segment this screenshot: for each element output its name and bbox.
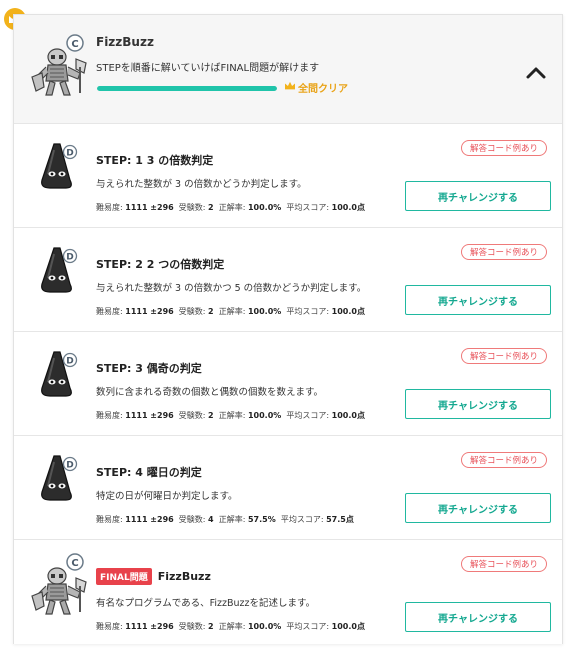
skeleton-warrior-icon: C (30, 552, 90, 618)
examinees-label: 受験数: (178, 307, 206, 316)
step-level-letter: D (66, 357, 73, 367)
difficulty-label: 難易度: (96, 307, 123, 316)
step-title[interactable]: STEP: 1 3 の倍数判定 (96, 152, 213, 168)
avg-score-label: 平均スコア: (286, 307, 330, 316)
difficulty-value: 1111 ±296 (125, 515, 174, 524)
examinees-value: 2 (208, 307, 214, 316)
retry-button[interactable]: 再チャレンジする (405, 493, 551, 523)
answer-example-badge[interactable]: 解答コード例あり (461, 556, 547, 572)
step-stats: 難易度: 1111 ±296 受験数: 2 正解率: 100.0% 平均スコア:… (96, 202, 365, 213)
difficulty-value: 1111 ±296 (125, 203, 174, 212)
accuracy-value: 100.0% (247, 203, 282, 212)
avg-score-value: 100.0点 (331, 622, 365, 631)
examinees-value: 4 (208, 515, 214, 524)
step-description: 与えられた整数が 3 の倍数かつ 5 の倍数かどうか判定します。 (96, 283, 367, 294)
course-level-letter: C (71, 39, 78, 50)
black-slime-icon: D (34, 244, 82, 296)
avg-score-value: 57.5点 (326, 515, 354, 524)
black-slime-icon: D (34, 140, 82, 192)
step-level-letter: D (66, 253, 73, 263)
accuracy-label: 正解率: (218, 203, 246, 212)
step-stats: 難易度: 1111 ±296 受験数: 4 正解率: 57.5% 平均スコア: … (96, 514, 354, 525)
step-stats: 難易度: 1111 ±296 受験数: 2 正解率: 100.0% 平均スコア:… (96, 621, 365, 632)
retry-button[interactable]: 再チャレンジする (405, 602, 551, 632)
step-title[interactable]: STEP: 3 偶奇の判定 (96, 360, 202, 376)
accuracy-value: 100.0% (247, 307, 282, 316)
avg-score-value: 100.0点 (331, 307, 365, 316)
step-title[interactable]: FINAL問題 FizzBuzz (96, 568, 211, 585)
avg-score-value: 100.0点 (331, 411, 365, 420)
skeleton-warrior-icon: C (30, 33, 90, 99)
all-clear-label: 全問クリア (284, 80, 348, 95)
answer-example-badge[interactable]: 解答コード例あり (461, 140, 547, 156)
examinees-value: 2 (208, 622, 214, 631)
retry-button[interactable]: 再チャレンジする (405, 181, 551, 211)
retry-button[interactable]: 再チャレンジする (405, 285, 551, 315)
difficulty-label: 難易度: (96, 411, 123, 420)
final-level-letter: C (71, 558, 78, 569)
collapse-button[interactable] (522, 61, 550, 85)
answer-example-badge[interactable]: 解答コード例あり (461, 348, 547, 364)
accuracy-label: 正解率: (218, 622, 246, 631)
step-item-4: D STEP: 4 曜日の判定 特定の日が何曜日か判定します。 難易度: 111… (14, 436, 562, 540)
step-title-text[interactable]: FizzBuzz (158, 570, 211, 583)
step-title[interactable]: STEP: 4 曜日の判定 (96, 464, 202, 480)
examinees-label: 受験数: (178, 622, 206, 631)
step-stats: 難易度: 1111 ±296 受験数: 2 正解率: 100.0% 平均スコア:… (96, 410, 365, 421)
step-item-1: D STEP: 1 3 の倍数判定 与えられた整数が 3 の倍数かどうか判定しま… (14, 124, 562, 228)
step-title-text[interactable]: STEP: 1 3 の倍数判定 (96, 152, 213, 168)
accuracy-value: 100.0% (247, 622, 282, 631)
step-stats: 難易度: 1111 ±296 受験数: 2 正解率: 100.0% 平均スコア:… (96, 306, 365, 317)
accuracy-label: 正解率: (218, 307, 246, 316)
difficulty-label: 難易度: (96, 622, 123, 631)
course-progress-bar (97, 86, 277, 91)
avg-score-label: 平均スコア: (280, 515, 324, 524)
answer-example-badge[interactable]: 解答コード例あり (461, 452, 547, 468)
difficulty-value: 1111 ±296 (125, 622, 174, 631)
difficulty-label: 難易度: (96, 515, 123, 524)
final-tag: FINAL問題 (96, 568, 152, 585)
step-level-letter: D (66, 149, 73, 159)
step-description: 数列に含まれる奇数の個数と偶数の個数を数えます。 (96, 387, 324, 398)
black-slime-icon: D (34, 348, 82, 400)
retry-button[interactable]: 再チャレンジする (405, 389, 551, 419)
difficulty-label: 難易度: (96, 203, 123, 212)
black-slime-icon: D (34, 452, 82, 504)
examinees-label: 受験数: (178, 203, 206, 212)
accuracy-value: 100.0% (247, 411, 282, 420)
step-title-text[interactable]: STEP: 2 2 つの倍数判定 (96, 256, 224, 272)
accuracy-label: 正解率: (218, 411, 246, 420)
step-title-text[interactable]: STEP: 4 曜日の判定 (96, 464, 202, 480)
step-description: 特定の日が何曜日か判定します。 (96, 491, 238, 502)
accuracy-value: 57.5% (247, 515, 276, 524)
step-title-text[interactable]: STEP: 3 偶奇の判定 (96, 360, 202, 376)
chevron-up-icon (526, 67, 546, 79)
course-title: FizzBuzz (96, 35, 154, 49)
examinees-value: 2 (208, 203, 214, 212)
step-level-letter: D (66, 461, 73, 471)
examinees-value: 2 (208, 411, 214, 420)
avg-score-label: 平均スコア: (286, 203, 330, 212)
answer-example-badge[interactable]: 解答コード例あり (461, 244, 547, 260)
step-description: 有名なプログラムである、FizzBuzzを記述します。 (96, 598, 316, 609)
step-title[interactable]: STEP: 2 2 つの倍数判定 (96, 256, 224, 272)
accuracy-label: 正解率: (218, 515, 246, 524)
course-header[interactable]: C FizzBuzz STEPを順番に解いていけばFINAL問題が解けます 全問… (14, 15, 562, 124)
avg-score-label: 平均スコア: (286, 622, 330, 631)
difficulty-value: 1111 ±296 (125, 411, 174, 420)
avg-score-value: 100.0点 (331, 203, 365, 212)
course-description: STEPを順番に解いていけばFINAL問題が解けます (96, 63, 320, 74)
all-clear-text: 全問クリア (298, 84, 348, 95)
step-item-2: D STEP: 2 2 つの倍数判定 与えられた整数が 3 の倍数かつ 5 の倍… (14, 228, 562, 332)
course-card: C FizzBuzz STEPを順番に解いていけばFINAL問題が解けます 全問… (13, 14, 563, 644)
step-description: 与えられた整数が 3 の倍数かどうか判定します。 (96, 179, 307, 190)
step-item-final: C FINAL問題 FizzBuzz 有名なプログラムである、FizzBuzzを… (14, 540, 562, 644)
difficulty-value: 1111 ±296 (125, 307, 174, 316)
crown-icon (284, 81, 296, 94)
step-item-3: D STEP: 3 偶奇の判定 数列に含まれる奇数の個数と偶数の個数を数えます。… (14, 332, 562, 436)
examinees-label: 受験数: (178, 515, 206, 524)
course-progress-fill (97, 86, 277, 91)
examinees-label: 受験数: (178, 411, 206, 420)
avg-score-label: 平均スコア: (286, 411, 330, 420)
